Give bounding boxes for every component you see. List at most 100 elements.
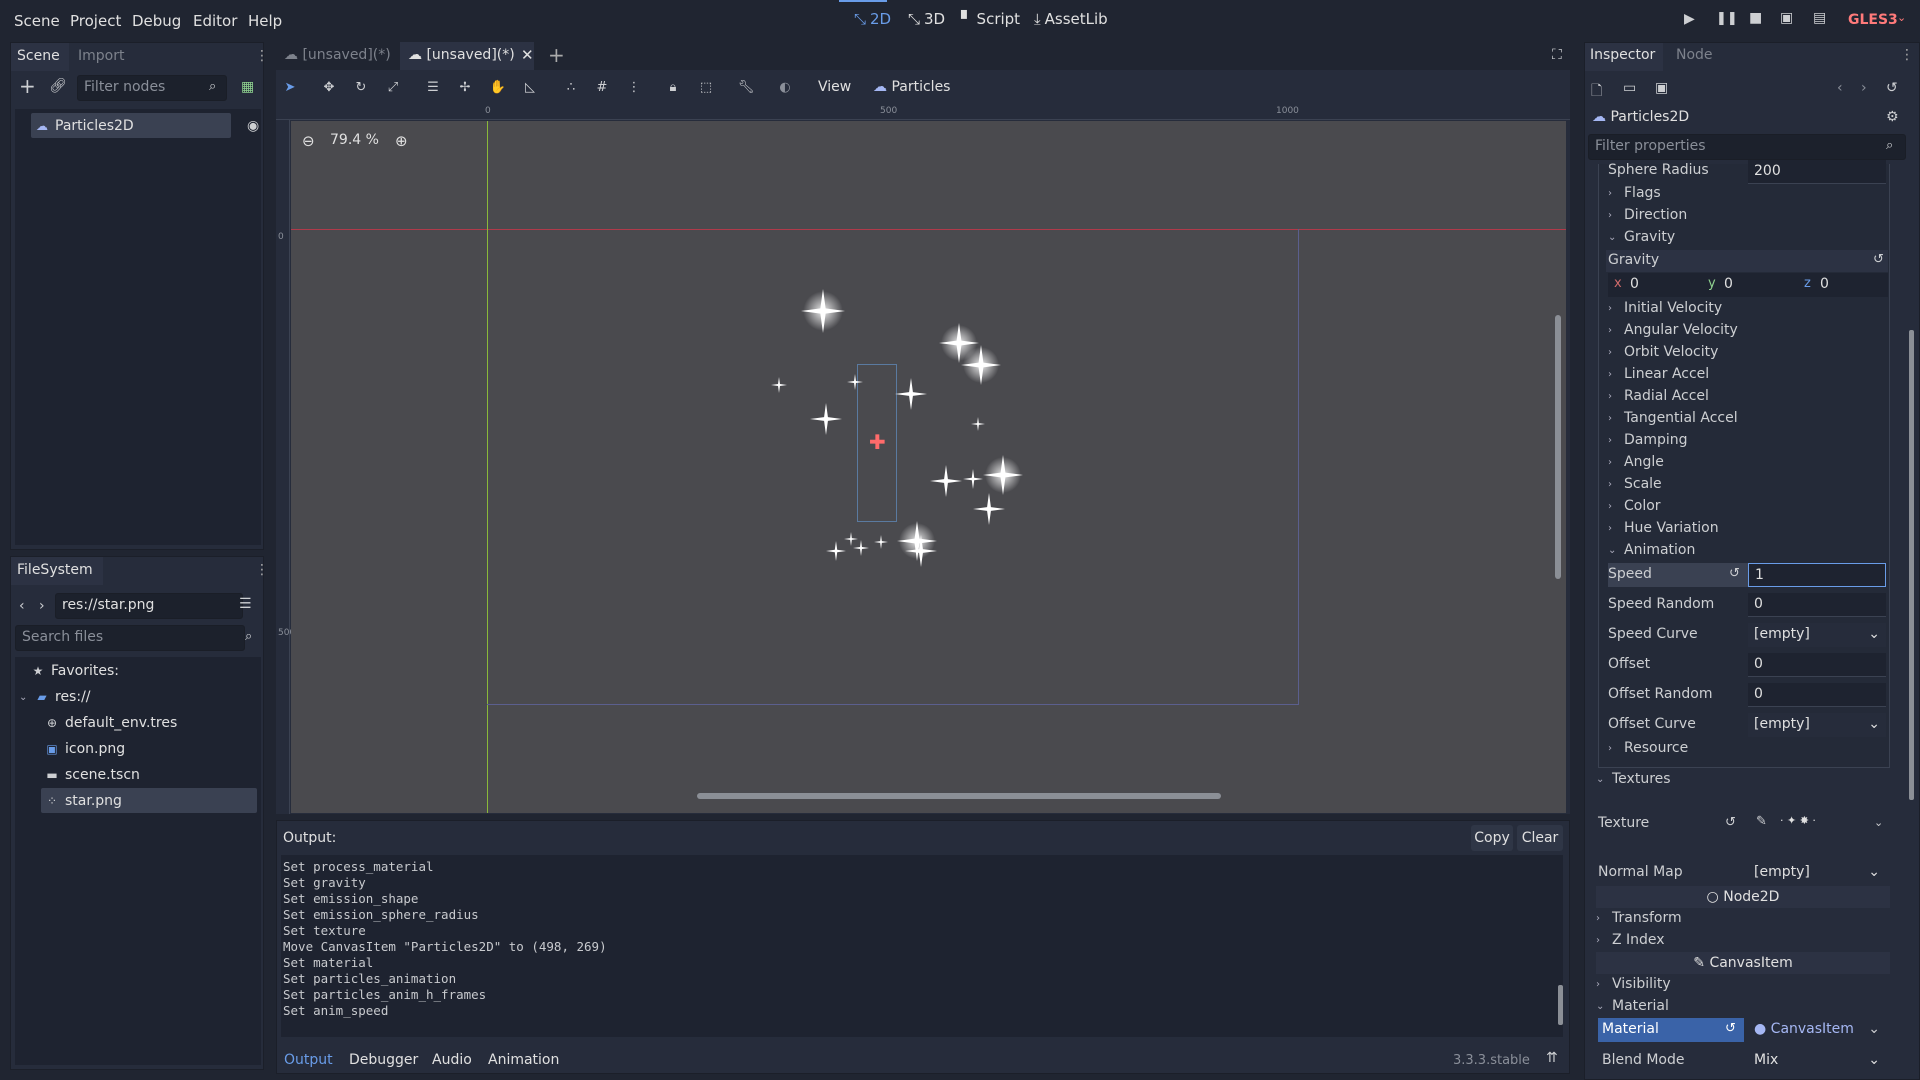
stop-icon[interactable]: ■	[1749, 10, 1762, 26]
speed-curve-select[interactable]: [empty] ⌄	[1748, 623, 1886, 647]
tab-output[interactable]: Output	[284, 1052, 333, 1068]
file-item-selected[interactable]: ⁘ star.png	[45, 793, 122, 809]
camera-override-icon[interactable]: ◐	[775, 78, 795, 98]
revert-icon[interactable]: ↺	[1729, 566, 1740, 581]
script-attach-icon[interactable]: ▦	[241, 79, 254, 95]
group-gravity[interactable]: ⌄ Gravity	[1608, 229, 1675, 245]
path-input[interactable]: res://star.png	[55, 593, 243, 619]
group-visibility[interactable]: › Visibility	[1596, 976, 1671, 992]
favorites-item[interactable]: ★ Favorites:	[31, 663, 119, 679]
group-initial-velocity[interactable]: › Initial Velocity	[1608, 300, 1722, 316]
canvas-area[interactable]: ✚ ⊖ 79.4 % ⊕	[291, 121, 1566, 813]
object-properties-icon[interactable]: ⚙	[1886, 109, 1899, 125]
section-textures[interactable]: ⌄ Textures	[1596, 771, 1671, 787]
pause-icon[interactable]: ❚❚	[1716, 11, 1738, 26]
workspace-assetlib[interactable]: ⤓ AssetLib	[1034, 10, 1108, 28]
select-tool-icon[interactable]: ➤	[280, 78, 300, 98]
scene-tab[interactable]: ☁ [unsaved](*)	[284, 47, 391, 63]
group-angular-velocity[interactable]: › Angular Velocity	[1608, 322, 1738, 338]
speed-field[interactable]: 1	[1748, 563, 1886, 587]
add-tab-icon[interactable]: +	[548, 43, 565, 67]
menu-editor[interactable]: Editor	[193, 12, 237, 30]
sphere-radius-field[interactable]: 200	[1748, 160, 1886, 184]
play-custom-icon[interactable]: ▤	[1813, 10, 1826, 26]
lock-icon[interactable]: 🔒︎	[663, 78, 683, 98]
workspace-script[interactable]: ▘ Script	[961, 10, 1020, 28]
menu-help[interactable]: Help	[248, 12, 282, 30]
gravity-y-field[interactable]: 0	[1724, 276, 1733, 292]
rotate-tool-icon[interactable]: ↻	[351, 78, 371, 98]
group-linear-accel[interactable]: › Linear Accel	[1608, 366, 1709, 382]
tab-scene[interactable]: Scene	[17, 48, 60, 64]
zoom-in-icon[interactable]: ⊕	[395, 132, 408, 150]
back-icon[interactable]: ‹	[19, 598, 25, 614]
search-files-input[interactable]: Search files	[15, 625, 245, 651]
group-direction[interactable]: › Direction	[1608, 207, 1687, 223]
group-scale[interactable]: › Scale	[1608, 476, 1662, 492]
pin-panel-icon[interactable]: ⇈	[1546, 1050, 1558, 1066]
forward-icon[interactable]: ›	[39, 598, 45, 614]
gravity-x-field[interactable]: 0	[1630, 276, 1639, 292]
inspected-node[interactable]: ☁ Particles2D	[1592, 109, 1689, 125]
filter-nodes-input[interactable]: Filter nodes	[77, 75, 227, 101]
add-node-icon[interactable]: +	[19, 76, 36, 96]
clear-button[interactable]: Clear	[1517, 825, 1563, 851]
save-icon[interactable]: ▣	[1655, 80, 1668, 96]
tab-inspector[interactable]: Inspector	[1590, 47, 1655, 63]
horizontal-scrollbar[interactable]	[697, 793, 1221, 799]
tab-audio[interactable]: Audio	[432, 1052, 472, 1068]
tab-animation[interactable]: Animation	[488, 1052, 559, 1068]
zoom-out-icon[interactable]: ⊖	[302, 132, 315, 150]
vertical-scrollbar[interactable]	[1555, 315, 1561, 579]
revert-icon[interactable]: ↺	[1873, 252, 1884, 267]
texture-preview[interactable]: ✎ · ✦ ✸ · ⌄	[1748, 806, 1888, 842]
menu-dots-icon[interactable]: ⋮	[255, 48, 269, 64]
res-root-item[interactable]: ⌄ ▰ res://	[19, 689, 91, 705]
menu-scene[interactable]: Scene	[14, 12, 60, 30]
file-item[interactable]: ⊕ default_env.tres	[45, 715, 177, 731]
tab-node[interactable]: Node	[1676, 47, 1713, 63]
open-folder-icon[interactable]: ▭	[1623, 80, 1636, 96]
menu-dots-icon[interactable]: ⋮	[1900, 47, 1914, 63]
tab-debugger[interactable]: Debugger	[349, 1052, 418, 1068]
view-menu[interactable]: View	[818, 79, 851, 95]
copy-button[interactable]: Copy	[1471, 825, 1513, 851]
group-radial-accel[interactable]: › Radial Accel	[1608, 388, 1709, 404]
inspector-scrollbar[interactable]	[1909, 330, 1914, 800]
bone-icon[interactable]: 🔧︎	[736, 78, 756, 98]
group-damping[interactable]: › Damping	[1608, 432, 1688, 448]
blend-mode-select[interactable]: Mix ⌄	[1748, 1049, 1886, 1073]
pivot-icon[interactable]: ✢	[455, 78, 475, 98]
group-orbit-velocity[interactable]: › Orbit Velocity	[1608, 344, 1718, 360]
file-item[interactable]: ▣ icon.png	[45, 741, 125, 757]
history-back-icon[interactable]: ‹	[1837, 80, 1843, 96]
tab-filesystem[interactable]: FileSystem	[17, 562, 93, 578]
history-forward-icon[interactable]: ›	[1861, 80, 1867, 96]
log-scrollbar[interactable]	[1558, 985, 1563, 1025]
speed-random-field[interactable]: 0	[1748, 593, 1886, 617]
play-scene-icon[interactable]: ▣	[1780, 10, 1793, 26]
group-transform[interactable]: › Transform	[1596, 910, 1682, 926]
fullscreen-icon[interactable]: ⛶	[1552, 47, 1562, 63]
offset-random-field[interactable]: 0	[1748, 683, 1886, 707]
visibility-eye-icon[interactable]: ◉	[247, 118, 259, 134]
particles-menu[interactable]: ☁ Particles	[873, 79, 950, 95]
normal-map-select[interactable]: [empty] ⌄	[1748, 861, 1886, 885]
pan-tool-icon[interactable]: ✋	[488, 78, 508, 98]
group-tangential-accel[interactable]: › Tangential Accel	[1608, 410, 1738, 426]
menu-debug[interactable]: Debug	[132, 12, 181, 30]
group-resource[interactable]: › Resource	[1608, 740, 1688, 756]
workspace-2d[interactable]: ⤡ 2D	[854, 10, 891, 28]
workspace-3d[interactable]: ⤡ 3D	[908, 10, 945, 28]
group-animation[interactable]: ⌄ Animation	[1608, 542, 1695, 558]
group-hue-variation[interactable]: › Hue Variation	[1608, 520, 1719, 536]
smart-snap-icon[interactable]: ∴	[561, 78, 581, 98]
group-material[interactable]: ⌄ Material	[1596, 998, 1669, 1014]
group-z-index[interactable]: › Z Index	[1596, 932, 1665, 948]
menu-project[interactable]: Project	[70, 12, 121, 30]
new-resource-icon[interactable]: 🗋︎	[1591, 80, 1602, 104]
snap-options-icon[interactable]: ⋮	[624, 78, 644, 98]
offset-curve-select[interactable]: [empty] ⌄	[1748, 713, 1886, 737]
play-icon[interactable]: ▶	[1684, 11, 1695, 27]
move-tool-icon[interactable]: ✥	[319, 78, 339, 98]
